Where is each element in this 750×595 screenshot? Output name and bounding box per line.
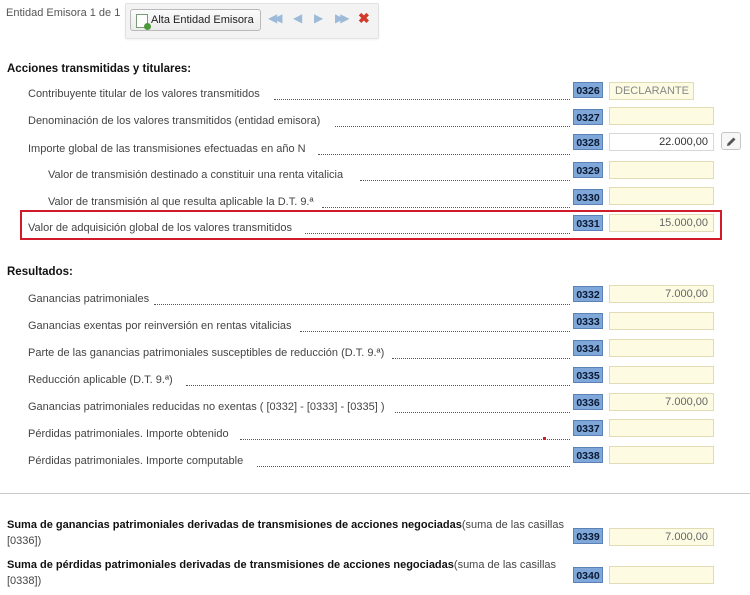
- code-0335: 0335: [573, 367, 603, 383]
- alta-entidad-label: Alta Entidad Emisora: [151, 14, 254, 26]
- last-record-icon[interactable]: ▶▶: [335, 12, 350, 24]
- alta-entidad-button[interactable]: Alta Entidad Emisora: [130, 9, 261, 31]
- field-0337[interactable]: [609, 419, 714, 437]
- code-0337: 0337: [573, 420, 603, 436]
- leader-dots: [274, 99, 570, 100]
- add-document-icon: [136, 14, 151, 30]
- label-0336: Ganancias patrimoniales reducidas no exe…: [28, 401, 385, 413]
- field-0339[interactable]: 7.000,00: [609, 528, 714, 546]
- leader-dots: [318, 154, 570, 155]
- label-0330: Valor de transmisión al que resulta apli…: [48, 196, 314, 208]
- delete-record-icon[interactable]: ✖: [358, 10, 370, 27]
- field-0332[interactable]: 7.000,00: [609, 285, 714, 303]
- section-title-acciones: Acciones transmitidas y titulares:: [7, 63, 192, 75]
- leader-dots: [395, 412, 570, 413]
- leader-dots: [240, 439, 570, 440]
- edit-pencil-button[interactable]: [721, 132, 741, 150]
- code-0332: 0332: [573, 286, 603, 302]
- field-0331[interactable]: 15.000,00: [609, 214, 714, 232]
- suma-ganancias-label: Suma de ganancias patrimoniales derivada…: [7, 517, 567, 549]
- field-0334[interactable]: [609, 339, 714, 357]
- leader-dots: [305, 233, 570, 234]
- code-0334: 0334: [573, 340, 603, 356]
- field-0330[interactable]: [609, 187, 714, 205]
- field-0329[interactable]: [609, 161, 714, 179]
- code-0338: 0338: [573, 447, 603, 463]
- previous-record-icon[interactable]: ◀: [293, 12, 302, 24]
- label-0327: Denominación de los valores transmitidos…: [28, 115, 321, 127]
- code-0336: 0336: [573, 394, 603, 410]
- leader-dots: [322, 207, 570, 208]
- code-0331: 0331: [573, 215, 603, 231]
- leader-dots: [257, 466, 570, 467]
- code-0327: 0327: [573, 109, 603, 125]
- label-0335: Reducción aplicable (D.T. 9.ª): [28, 374, 173, 386]
- label-0334: Parte de las ganancias patrimoniales sus…: [28, 347, 385, 359]
- leader-dots: [360, 180, 570, 181]
- section-title-resultados: Resultados:: [7, 266, 73, 278]
- label-0331: Valor de adquisición global de los valor…: [28, 222, 292, 234]
- field-0338[interactable]: [609, 446, 714, 464]
- field-0333[interactable]: [609, 312, 714, 330]
- leader-dots: [392, 358, 570, 359]
- code-0340: 0340: [573, 567, 603, 583]
- red-marker: [543, 437, 546, 440]
- label-0329: Valor de transmisión destinado a constit…: [48, 169, 344, 181]
- label-0338: Pérdidas patrimoniales. Importe computab…: [28, 455, 244, 467]
- pencil-icon: [727, 137, 736, 146]
- code-0330: 0330: [573, 189, 603, 205]
- entity-counter: Entidad Emisora 1 de 1: [6, 7, 121, 19]
- label-0326: Contribuyente titular de los valores tra…: [28, 88, 260, 100]
- label-0333: Ganancias exentas por reinversión en ren…: [28, 320, 292, 332]
- section-divider: [0, 493, 750, 494]
- suma-ganancias-title: Suma de ganancias patrimoniales derivada…: [7, 519, 462, 531]
- label-0328: Importe global de las transmisiones efec…: [28, 143, 306, 155]
- field-0327[interactable]: [609, 107, 714, 125]
- field-0328[interactable]: 22.000,00: [609, 133, 714, 151]
- code-0333: 0333: [573, 313, 603, 329]
- code-0326: 0326: [573, 82, 603, 98]
- suma-perdidas-label: Suma de pérdidas patrimoniales derivadas…: [7, 557, 567, 589]
- label-0337: Pérdidas patrimoniales. Importe obtenido: [28, 428, 229, 440]
- field-0335[interactable]: [609, 366, 714, 384]
- code-0328: 0328: [573, 134, 603, 150]
- suma-perdidas-title: Suma de pérdidas patrimoniales derivadas…: [7, 559, 454, 571]
- first-record-icon[interactable]: ◀◀: [268, 12, 283, 24]
- leader-dots: [154, 304, 570, 305]
- code-0329: 0329: [573, 162, 603, 178]
- field-0340[interactable]: [609, 566, 714, 584]
- code-0339: 0339: [573, 528, 603, 544]
- field-0326[interactable]: DECLARANTE: [609, 82, 694, 100]
- leader-dots: [186, 385, 570, 386]
- next-record-icon[interactable]: ▶: [314, 12, 323, 24]
- leader-dots: [335, 126, 570, 127]
- leader-dots: [300, 331, 570, 332]
- label-0332: Ganancias patrimoniales: [28, 293, 150, 305]
- field-0336[interactable]: 7.000,00: [609, 393, 714, 411]
